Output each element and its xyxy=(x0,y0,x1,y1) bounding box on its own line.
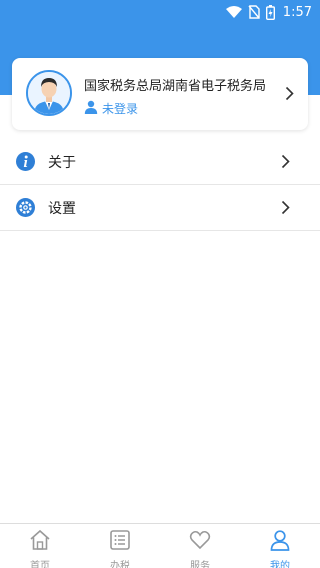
tab-mine[interactable]: 我的 xyxy=(240,524,320,568)
tab-service[interactable]: 服务 xyxy=(160,524,240,568)
tab-tax[interactable]: 办税 xyxy=(80,524,160,568)
menu-item-about[interactable]: 关于 xyxy=(0,139,320,185)
heart-icon xyxy=(189,529,211,555)
battery-icon xyxy=(265,4,275,20)
avatar xyxy=(26,70,72,116)
login-status[interactable]: 未登录 xyxy=(84,99,138,118)
organization-name: 国家税务总局湖南省电子税务局 xyxy=(84,79,267,94)
tab-label: 服务 xyxy=(190,561,210,568)
menu-item-label: 设置 xyxy=(48,200,76,217)
wifi-icon xyxy=(225,6,242,18)
bottom-tab-bar: 首页 办税 服务 我的 xyxy=(0,523,320,568)
no-sim-icon xyxy=(248,5,260,19)
tab-home[interactable]: 首页 xyxy=(0,524,80,568)
chevron-right-icon xyxy=(285,86,294,105)
user-icon xyxy=(269,529,291,555)
menu-item-settings[interactable]: 设置 xyxy=(0,185,320,231)
tab-label: 我的 xyxy=(270,561,290,568)
tab-label: 首页 xyxy=(30,561,50,568)
menu-list: 关于 设置 xyxy=(0,139,320,231)
login-status-label: 未登录 xyxy=(102,102,139,116)
person-icon xyxy=(84,99,98,118)
tab-label: 办税 xyxy=(110,561,130,568)
status-time: 1:57 xyxy=(282,4,312,20)
user-avatar-icon xyxy=(28,72,70,114)
chevron-right-icon xyxy=(281,154,290,173)
home-icon xyxy=(29,529,51,555)
menu-item-label: 关于 xyxy=(48,154,76,171)
chevron-right-icon xyxy=(281,200,290,219)
settings-icon xyxy=(16,198,35,221)
list-icon xyxy=(109,529,131,555)
profile-card[interactable]: 国家税务总局湖南省电子税务局 未登录 xyxy=(12,58,308,130)
status-bar: 1:57 xyxy=(0,0,320,24)
info-icon xyxy=(16,152,35,175)
